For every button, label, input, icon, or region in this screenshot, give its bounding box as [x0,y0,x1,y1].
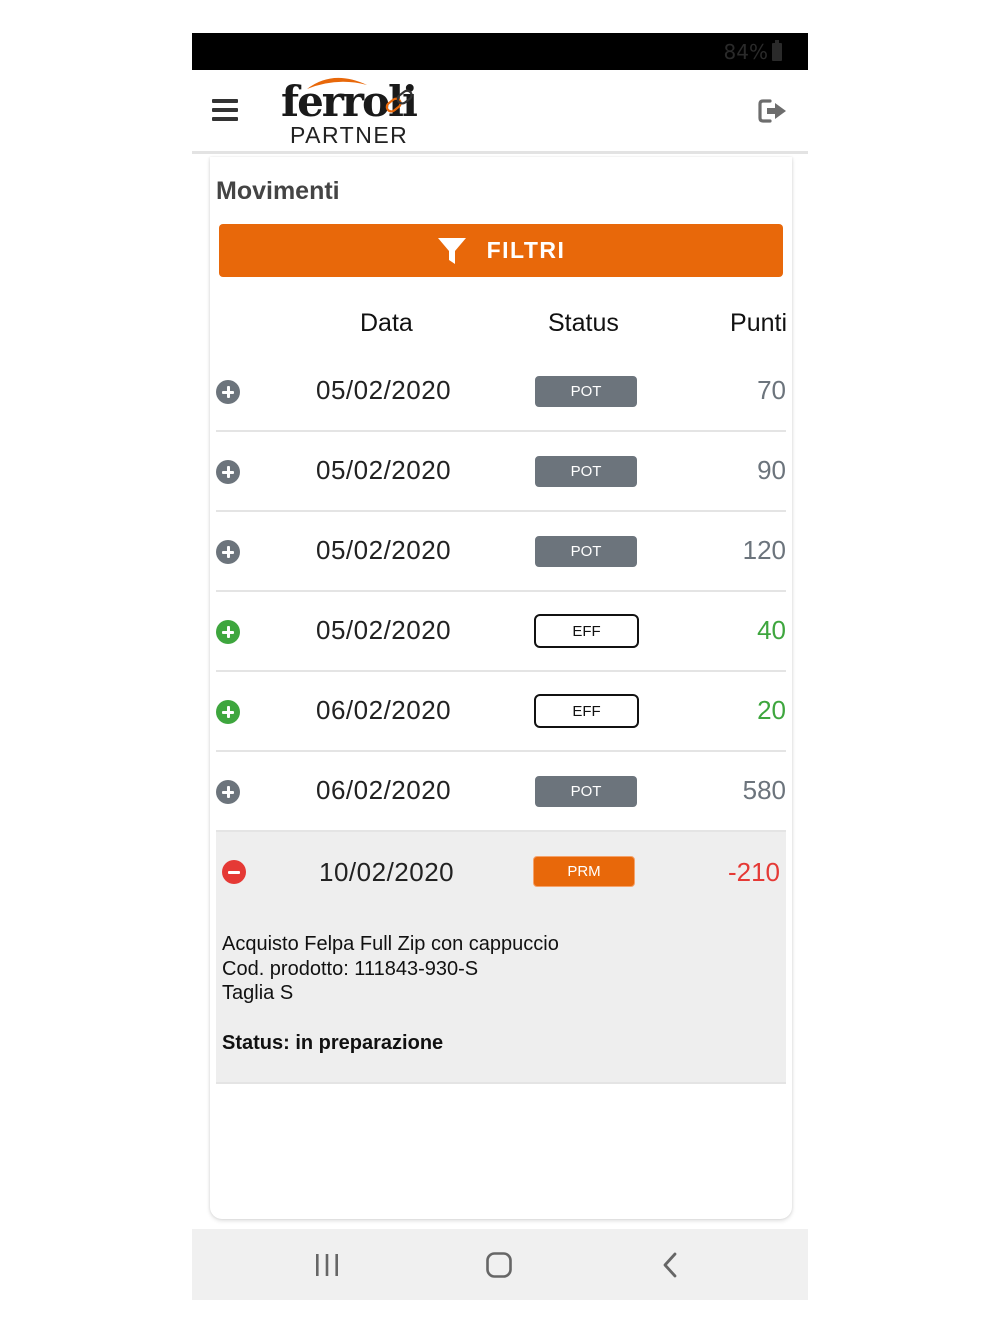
expand-plus-icon[interactable] [216,700,240,724]
app-header: ferroli PARTNER [192,70,808,154]
table-row[interactable]: 06/02/2020 EFF 20 [216,672,786,752]
table-row[interactable]: 05/02/2020 POT 90 [216,432,786,512]
logo-subtitle: PARTNER [290,122,409,148]
hamburger-menu-icon[interactable] [212,99,238,121]
row-date: 05/02/2020 [316,535,452,565]
chain-link-icon [385,89,413,113]
recent-apps-icon[interactable] [312,1251,342,1279]
collapse-minus-icon[interactable] [222,860,246,884]
row-details: Acquisto Felpa Full Zip con cappuccio Co… [222,932,559,1055]
status-badge: EFF [534,694,639,728]
expand-plus-icon[interactable] [216,380,240,404]
filter-button[interactable]: FILTRI [219,224,783,277]
row-points: 40 [757,615,786,645]
details-product-code: Cod. prodotto: 111843-930-S [222,957,479,980]
status-bar: 84% [192,33,808,70]
phone-screen: 84% ferroli PARTNER Movimenti FILTRI Dat… [192,33,808,1300]
funnel-icon [437,237,466,264]
row-date: 05/02/2020 [316,375,452,405]
row-date: 06/02/2020 [316,695,452,725]
filter-button-label: FILTRI [486,237,566,263]
row-points: 120 [742,535,786,565]
status-badge: POT [535,376,637,407]
row-points: 90 [757,455,786,485]
sign-out-icon[interactable] [758,98,788,124]
status-badge: POT [535,536,637,567]
system-nav-bar [192,1229,808,1300]
page-title: Movimenti [216,177,340,205]
expand-plus-icon[interactable] [216,780,240,804]
ferroli-partner-logo: ferroli PARTNER [281,73,421,151]
status-badge: PRM [533,856,635,887]
expand-plus-icon[interactable] [216,460,240,484]
table-row[interactable]: 05/02/2020 EFF 40 [216,592,786,672]
details-size: Taglia S [222,982,294,1004]
column-header-punti[interactable]: Punti [730,309,787,338]
battery-icon [772,40,782,61]
status-badge: POT [535,456,637,487]
details-status: Status: in preparazione [222,1031,444,1054]
row-date: 10/02/2020 [319,857,455,887]
row-date: 06/02/2020 [316,775,452,805]
column-header-data[interactable]: Data [360,309,413,338]
expand-plus-icon[interactable] [216,540,240,564]
row-points: 580 [742,775,786,805]
row-points: 70 [757,375,786,405]
row-date: 05/02/2020 [316,615,452,645]
row-date: 05/02/2020 [316,455,452,485]
table-row-expanded[interactable]: 10/02/2020 PRM -210 Acquisto Felpa Full … [216,832,786,1084]
expand-plus-icon[interactable] [216,620,240,644]
table-row[interactable]: 05/02/2020 POT 120 [216,512,786,592]
row-points: -210 [727,857,780,887]
column-header-status[interactable]: Status [548,309,619,338]
movements-card: Movimenti FILTRI Data Status Punti 05/02… [210,157,792,1219]
details-description: Acquisto Felpa Full Zip con cappuccio [222,933,559,955]
battery-indicator: 84% [724,40,782,64]
battery-level: 84% [723,40,768,64]
home-icon[interactable] [484,1251,514,1279]
movements-list: 05/02/2020 POT 70 05/02/2020 POT 90 05/0… [216,352,786,1084]
row-points: 20 [757,695,786,725]
status-badge: POT [535,776,637,807]
table-row[interactable]: 05/02/2020 POT 70 [216,352,786,432]
back-icon[interactable] [656,1251,686,1279]
table-row[interactable]: 06/02/2020 POT 580 [216,752,786,832]
status-badge: EFF [534,614,639,648]
